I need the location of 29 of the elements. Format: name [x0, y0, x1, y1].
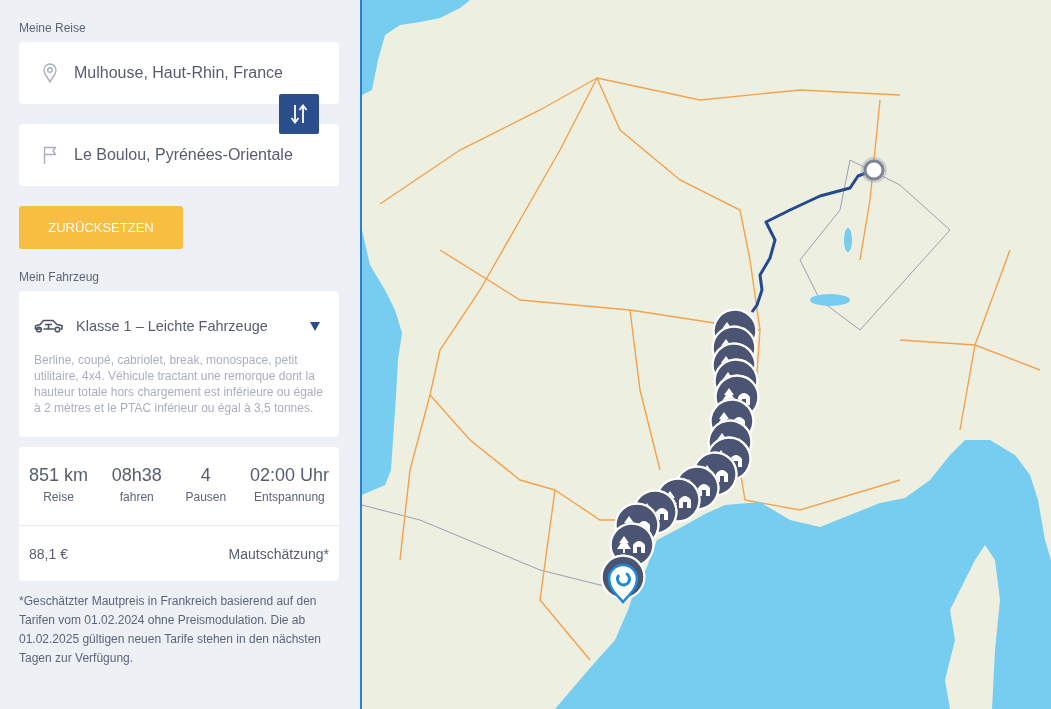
pin-icon	[43, 63, 57, 83]
toll-label: Mautschätzung*	[228, 545, 329, 562]
stat-value: 851 km	[29, 464, 89, 486]
destination-field[interactable]: Le Boulou, Pyrénées-Orientale	[19, 124, 339, 186]
start-point-icon[interactable]	[861, 157, 887, 183]
section-heading: Mein Fahrzeug	[19, 270, 100, 284]
lake-area	[844, 228, 852, 252]
stat-label: Pausen	[185, 489, 227, 505]
vehicle-class-dropdown[interactable]: Klasse 1 – Leichte Fahrzeuge	[34, 313, 324, 339]
caret-icon	[310, 321, 320, 331]
destination-pin-icon[interactable]	[600, 554, 646, 604]
origin-input[interactable]: Mulhouse, Haut-Rhin, France	[74, 62, 335, 84]
destination-input[interactable]: Le Boulou, Pyrénées-Orientale	[74, 144, 335, 166]
swap-button[interactable]	[279, 94, 319, 134]
car-icon	[34, 319, 64, 333]
stat-label: Reise	[43, 489, 74, 505]
lake-area	[810, 294, 850, 306]
stat-value: 4	[200, 464, 211, 486]
stat-label: fahren	[119, 489, 154, 505]
toll-amount: 88,1 €	[29, 545, 68, 562]
footnote-text: *Geschätzter Mautpreis in Frankreich basierend auf den Tarifen vom 01.02.2024 ohne Preismodulation. Die ab 01.02.2025 gültigen neuen Tarife stehen in den nächsten Tagen zur Verfügung.	[19, 593, 323, 667]
vehicle-description: Berline, coupé, cabriolet, break, monospace, petit utilitaire, 4x4. Véhicule tractant une remorque dont la hauteur totale hors chargement est inférieure ou égale à 2 mètres et le PTAC inférieur ou égal à 3,5 tonnes.	[34, 352, 324, 416]
stat-value: 02:00 Uhr	[249, 464, 329, 486]
stat-label: Entspannung	[254, 489, 325, 505]
section-heading: Meine Reise	[19, 21, 86, 35]
origin-field[interactable]: Mulhouse, Haut-Rhin, France	[19, 42, 339, 104]
swap-icon	[290, 104, 308, 124]
stat-value: 08h38	[111, 464, 162, 486]
flag-icon	[43, 146, 57, 164]
